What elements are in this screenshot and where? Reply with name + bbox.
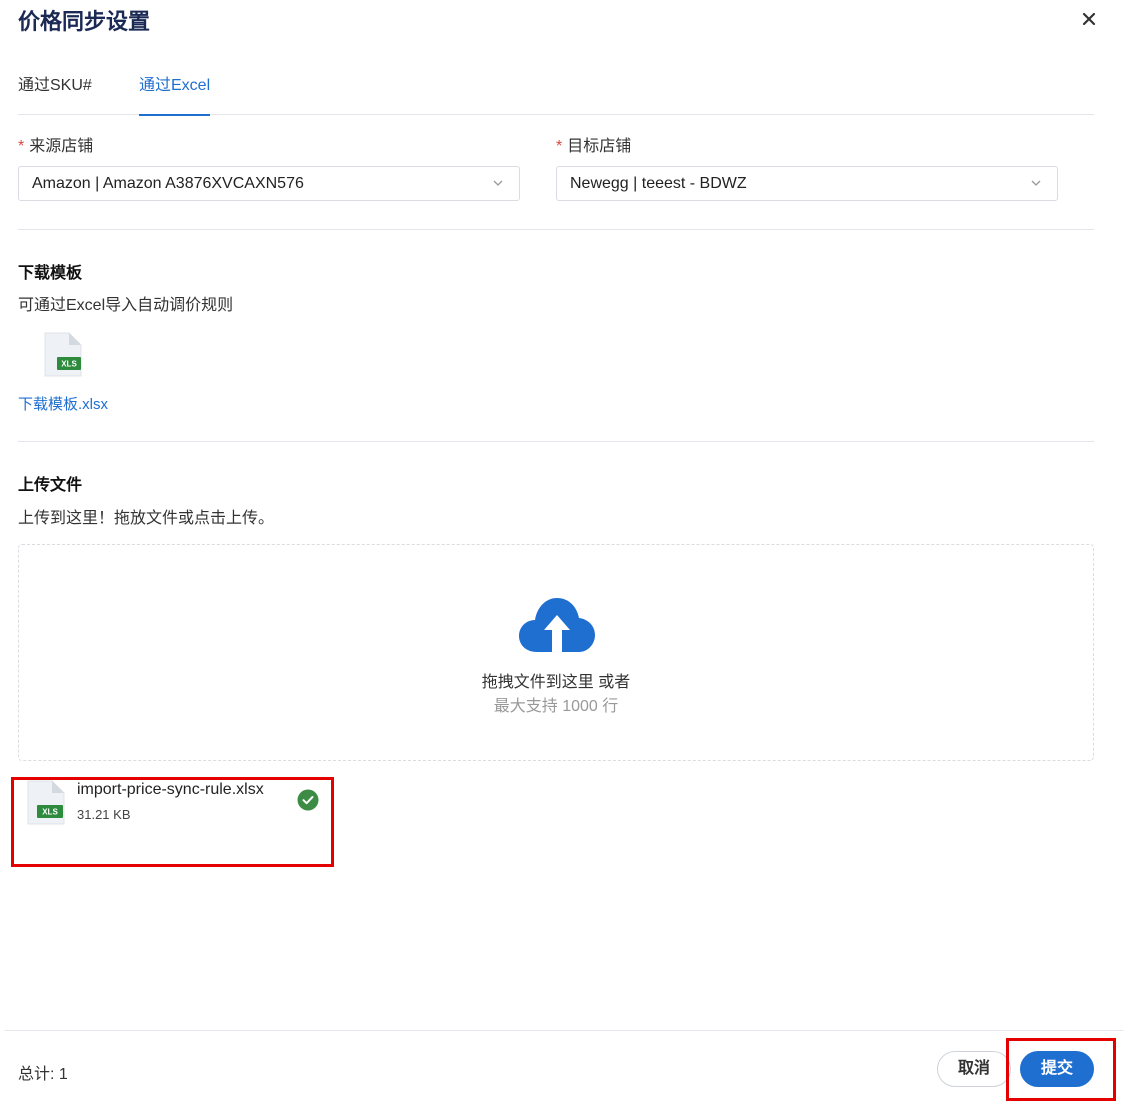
tab-by-sku[interactable]: 通过SKU#: [18, 74, 92, 115]
required-mark: *: [556, 138, 563, 155]
target-store-select[interactable]: Newegg | teeest - BDWZ: [556, 166, 1058, 201]
close-icon[interactable]: [1078, 8, 1100, 30]
required-mark: *: [18, 138, 25, 155]
chevron-down-icon: [1031, 180, 1041, 186]
submit-button[interactable]: 提交: [1020, 1051, 1094, 1087]
uploaded-file-size: 31.21 KB: [77, 807, 131, 822]
footer-divider: [5, 1030, 1123, 1031]
xls-badge-text: XLS: [61, 360, 77, 369]
upload-file-heading: 上传文件: [18, 477, 83, 494]
target-store-value: Newegg | teeest - BDWZ: [570, 175, 747, 192]
source-store-value: Amazon | Amazon A3876XVCAXN576: [32, 175, 304, 192]
uploaded-file-name: import-price-sync-rule.xlsx: [77, 781, 264, 798]
download-template-heading: 下载模板: [18, 265, 83, 282]
chevron-down-icon: [493, 180, 503, 186]
xls-file-icon[interactable]: XLS: [38, 332, 84, 378]
xls-badge-text: XLS: [42, 808, 58, 817]
dialog-title: 价格同步设置: [18, 9, 151, 34]
cancel-button[interactable]: 取消: [937, 1051, 1011, 1087]
tab-by-excel[interactable]: 通过Excel: [139, 74, 211, 116]
download-template-link[interactable]: 下载模板.xlsx: [18, 393, 108, 414]
target-store-label: * 目标店铺: [556, 138, 632, 155]
drag-hint-text: 拖拽文件到这里 或者: [481, 674, 631, 691]
upload-file-description: 上传到这里！拖放文件或点击上传。: [18, 510, 275, 527]
source-store-label: * 来源店铺: [18, 138, 94, 155]
xls-file-icon: XLS: [27, 780, 65, 825]
download-template-description: 可通过Excel导入自动调价规则: [18, 297, 234, 314]
total-count: 总计: 1: [18, 1066, 68, 1083]
source-store-select[interactable]: Amazon | Amazon A3876XVCAXN576: [18, 166, 520, 201]
check-circle-icon: [297, 789, 319, 811]
tab-bar: 通过SKU# 通过Excel: [18, 74, 1094, 116]
divider: [18, 229, 1094, 230]
divider: [18, 441, 1094, 442]
row-limit-text: 最大支持 1000 行: [493, 698, 619, 715]
cloud-upload-icon: [519, 598, 595, 652]
